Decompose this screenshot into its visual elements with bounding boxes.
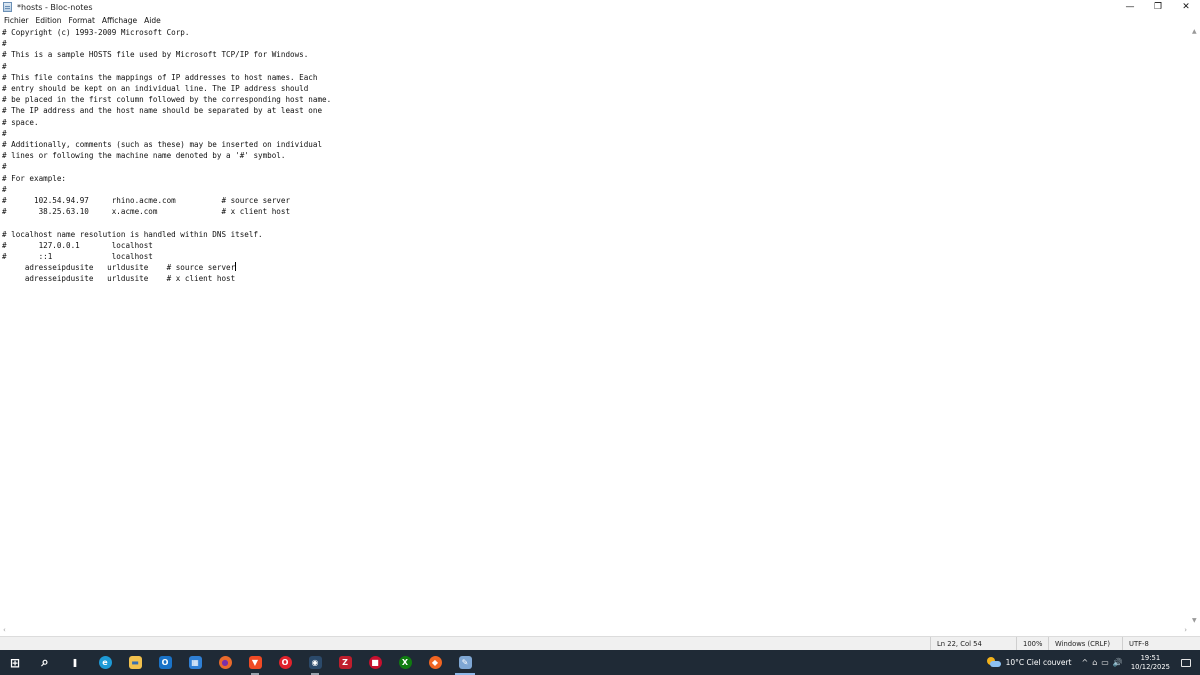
notification-center-button[interactable] <box>1178 650 1194 675</box>
taskbar-firefox[interactable]: ● <box>210 650 240 675</box>
taskbar-notepad[interactable]: ✎ <box>450 650 480 675</box>
zoom-level: 100% <box>1016 637 1048 651</box>
horizontal-scrollbar[interactable]: ‹ › <box>0 626 1190 636</box>
editor-text-before-caret: # Copyright (c) 1993-2009 Microsoft Corp… <box>2 28 332 273</box>
editor-content[interactable]: # Copyright (c) 1993-2009 Microsoft Corp… <box>0 26 1190 285</box>
menu-aide[interactable]: Aide <box>144 16 161 25</box>
brave-icon: ▼ <box>248 656 262 669</box>
menu-affichage[interactable]: Affichage <box>102 16 137 25</box>
status-bar: Ln 22, Col 54 100% Windows (CRLF) UTF-8 <box>0 636 1200 651</box>
outlook-icon: O <box>158 656 172 669</box>
menu-format[interactable]: Format <box>68 16 94 25</box>
taskbar-steam[interactable]: ◉ <box>300 650 330 675</box>
windows-start-icon: ⊞ <box>9 655 21 670</box>
taskbar-origin[interactable]: ◆ <box>420 650 450 675</box>
clock[interactable]: 19:51 10/12/2025 <box>1131 654 1170 672</box>
task-view-icon: ❚ <box>71 658 79 667</box>
weather-widget[interactable]: 10°C Ciel couvert <box>986 657 1072 668</box>
edge-icon: e <box>98 656 112 669</box>
menu-edition[interactable]: Edition <box>36 16 62 25</box>
window-controls: — ❐ ✕ <box>1116 0 1200 14</box>
vertical-scrollbar[interactable]: ▲ ▼ <box>1190 26 1200 626</box>
taskbar-red-app[interactable]: ■ <box>360 650 390 675</box>
taskbar-edge[interactable]: e <box>90 650 120 675</box>
steam-icon: ◉ <box>308 656 322 669</box>
text-editor[interactable]: # Copyright (c) 1993-2009 Microsoft Corp… <box>0 26 1190 626</box>
clock-time: 19:51 <box>1140 653 1161 662</box>
text-caret <box>235 262 237 272</box>
scroll-up-arrow-icon[interactable]: ▲ <box>1192 28 1197 35</box>
taskbar-opera[interactable]: O <box>270 650 300 675</box>
taskbar-filezilla[interactable]: Z <box>330 650 360 675</box>
notepad-app-icon <box>3 2 12 12</box>
taskbar-file-explorer[interactable]: ▬ <box>120 650 150 675</box>
system-tray: 10°C Ciel couvert ^ ⌂ ▭ 🔊 19:51 10/12/20… <box>986 650 1200 675</box>
title-bar: *hosts - Bloc-notes — ❐ ✕ <box>0 0 1200 14</box>
taskbar-xbox[interactable]: X <box>390 650 420 675</box>
show-hidden-icons-chevron-icon[interactable]: ^ <box>1082 658 1089 667</box>
search-icon: ⌕ <box>41 655 49 670</box>
filezilla-icon: Z <box>338 656 352 669</box>
weather-cloud-sun-icon <box>986 657 1001 668</box>
search-button[interactable]: ⌕ <box>30 650 60 675</box>
editor-text-after-caret: adresseipdusite urldusite # x client hos… <box>24 274 236 284</box>
taskbar-store[interactable]: ▦ <box>180 650 210 675</box>
volume-icon[interactable]: 🔊 <box>1113 658 1123 667</box>
encoding: UTF-8 <box>1122 637 1200 651</box>
file-explorer-icon: ▬ <box>128 656 142 669</box>
notification-icon <box>1181 658 1191 667</box>
taskbar-outlook[interactable]: O <box>150 650 180 675</box>
line-ending: Windows (CRLF) <box>1048 637 1122 651</box>
scroll-right-arrow-icon[interactable]: › <box>1184 626 1187 634</box>
notepad-icon: ✎ <box>458 656 472 669</box>
network-icon[interactable]: ▭ <box>1101 658 1109 667</box>
weather-text: 10°C Ciel couvert <box>1005 658 1072 667</box>
firefox-icon: ● <box>218 656 232 669</box>
scroll-left-arrow-icon[interactable]: ‹ <box>3 626 6 634</box>
opera-icon: O <box>278 656 292 669</box>
app-red-icon: ■ <box>368 656 382 669</box>
scrollbar-corner <box>1190 626 1200 636</box>
restore-button[interactable]: ❐ <box>1144 0 1172 14</box>
xbox-icon: X <box>398 656 412 669</box>
task-view-button[interactable]: ❚ <box>60 650 90 675</box>
scroll-down-arrow-icon[interactable]: ▼ <box>1192 617 1197 624</box>
taskbar: ⊞ ⌕ ❚ e ▬ O ▦ ● ▼ O ◉ Z ■ X ◆ ✎ 10°C Cie… <box>0 650 1200 675</box>
menu-fichier[interactable]: Fichier <box>4 16 29 25</box>
store-icon: ▦ <box>188 656 202 669</box>
close-button[interactable]: ✕ <box>1172 0 1200 14</box>
taskbar-brave[interactable]: ▼ <box>240 650 270 675</box>
cursor-position: Ln 22, Col 54 <box>930 637 1016 651</box>
window-title: *hosts - Bloc-notes <box>17 2 93 12</box>
minimize-button[interactable]: — <box>1116 0 1144 14</box>
start-button[interactable]: ⊞ <box>0 650 30 675</box>
clock-date: 10/12/2025 <box>1130 662 1170 671</box>
origin-icon: ◆ <box>428 656 442 669</box>
menu-bar: Fichier Edition Format Affichage Aide <box>0 14 1200 26</box>
onedrive-icon[interactable]: ⌂ <box>1092 658 1097 667</box>
